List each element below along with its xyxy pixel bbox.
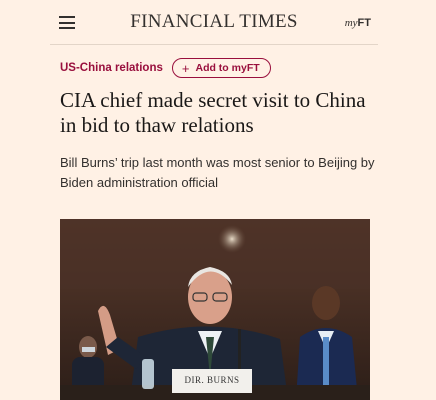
add-to-myft-button[interactable]: + Add to myFT: [171, 58, 271, 78]
myft-link[interactable]: myFT: [345, 14, 371, 30]
masthead-logo[interactable]: FINANCIAL TIMES: [50, 11, 378, 33]
add-to-myft-label: Add to myFT: [195, 62, 260, 74]
topic-link[interactable]: US-China relations: [60, 62, 163, 74]
article-photo: DIR. BURNS: [60, 219, 370, 400]
photo-illustration: [60, 219, 370, 400]
nameplate: DIR. BURNS: [184, 375, 240, 385]
top-bar: FINANCIAL TIMES myFT: [50, 0, 378, 45]
plus-icon: +: [181, 60, 190, 76]
myft-ft: FT: [357, 17, 371, 29]
article-headline: CIA chief made secret visit to China in …: [60, 88, 366, 137]
topic-row: US-China relations + Add to myFT: [60, 56, 271, 80]
article-standfirst: Bill Burns’ trip last month was most sen…: [60, 155, 375, 190]
myft-my: my: [344, 17, 358, 29]
